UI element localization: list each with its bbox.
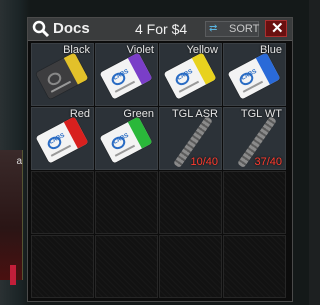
- keycard-stripe: [255, 52, 281, 85]
- item-name: Red: [69, 108, 90, 120]
- keycard-stripe: [63, 116, 89, 149]
- keycard-icon: LABS: [99, 116, 153, 164]
- inventory-slot-empty[interactable]: [95, 171, 158, 234]
- inventory-slot-empty[interactable]: [95, 235, 158, 298]
- sort-icon: ⇄: [209, 23, 218, 34]
- keycard-icon: LABS: [227, 52, 281, 100]
- inventory-slot-empty[interactable]: [31, 171, 94, 234]
- keycard-stripe: [63, 52, 89, 85]
- item-name: Black: [63, 44, 90, 56]
- inventory-slot-item[interactable]: LABS Green: [95, 107, 158, 170]
- inventory-slot-item[interactable]: LABS Red: [31, 107, 94, 170]
- inventory-slot-empty[interactable]: [31, 235, 94, 298]
- close-button[interactable]: ✕: [265, 20, 287, 37]
- sort-button[interactable]: ⇄ SORT: [205, 21, 259, 37]
- docs-container-window: Docs 4 For $4 ⇄ SORT ✕ Black LABS Violet LA…: [27, 17, 293, 302]
- background-label: a: [16, 156, 22, 167]
- item-name: TGL ASR: [171, 108, 218, 120]
- keycard-stripe: [127, 52, 153, 85]
- keycard-icon: [35, 52, 89, 100]
- item-name: TGL WT: [240, 108, 282, 120]
- inventory-slot-empty[interactable]: [223, 235, 286, 298]
- window-titlebar: Docs 4 For $4 ⇄ SORT ✕: [28, 18, 292, 41]
- background-panel: [0, 150, 23, 280]
- sort-label: SORT: [229, 23, 260, 35]
- keycard-stripe: [191, 52, 217, 85]
- inventory-slot-item[interactable]: Black: [31, 43, 94, 106]
- keycard-icon: LABS: [163, 52, 217, 100]
- background-marker: [10, 265, 16, 285]
- window-title: Docs: [53, 20, 90, 37]
- keycard-icon: LABS: [99, 52, 153, 100]
- inventory-slot-item[interactable]: LABS Blue: [223, 43, 286, 106]
- item-count: 37/40: [254, 156, 282, 168]
- item-name: Yellow: [186, 44, 218, 56]
- item-name: Blue: [259, 44, 282, 56]
- item-grid: Black LABS Violet LABS Yellow LABS Blue LABS Red…: [31, 43, 288, 298]
- inventory-slot-item[interactable]: LABS Violet: [95, 43, 158, 106]
- item-name: Violet: [126, 44, 154, 56]
- inventory-slot-item[interactable]: TGL WT 37/40: [223, 107, 286, 170]
- inventory-slot-empty[interactable]: [159, 235, 222, 298]
- search-icon[interactable]: [32, 20, 50, 38]
- close-icon: ✕: [271, 20, 284, 37]
- item-count: 10/40: [190, 156, 218, 168]
- inventory-slot-empty[interactable]: [159, 171, 222, 234]
- inventory-slot-empty[interactable]: [223, 171, 286, 234]
- keycard-stripe: [127, 116, 153, 149]
- inventory-slot-item[interactable]: LABS Yellow: [159, 43, 222, 106]
- price-label: 4 For $4: [135, 21, 188, 37]
- item-name: Green: [123, 108, 154, 120]
- inventory-slot-item[interactable]: TGL ASR 10/40: [159, 107, 222, 170]
- keycard-icon: LABS: [35, 116, 89, 164]
